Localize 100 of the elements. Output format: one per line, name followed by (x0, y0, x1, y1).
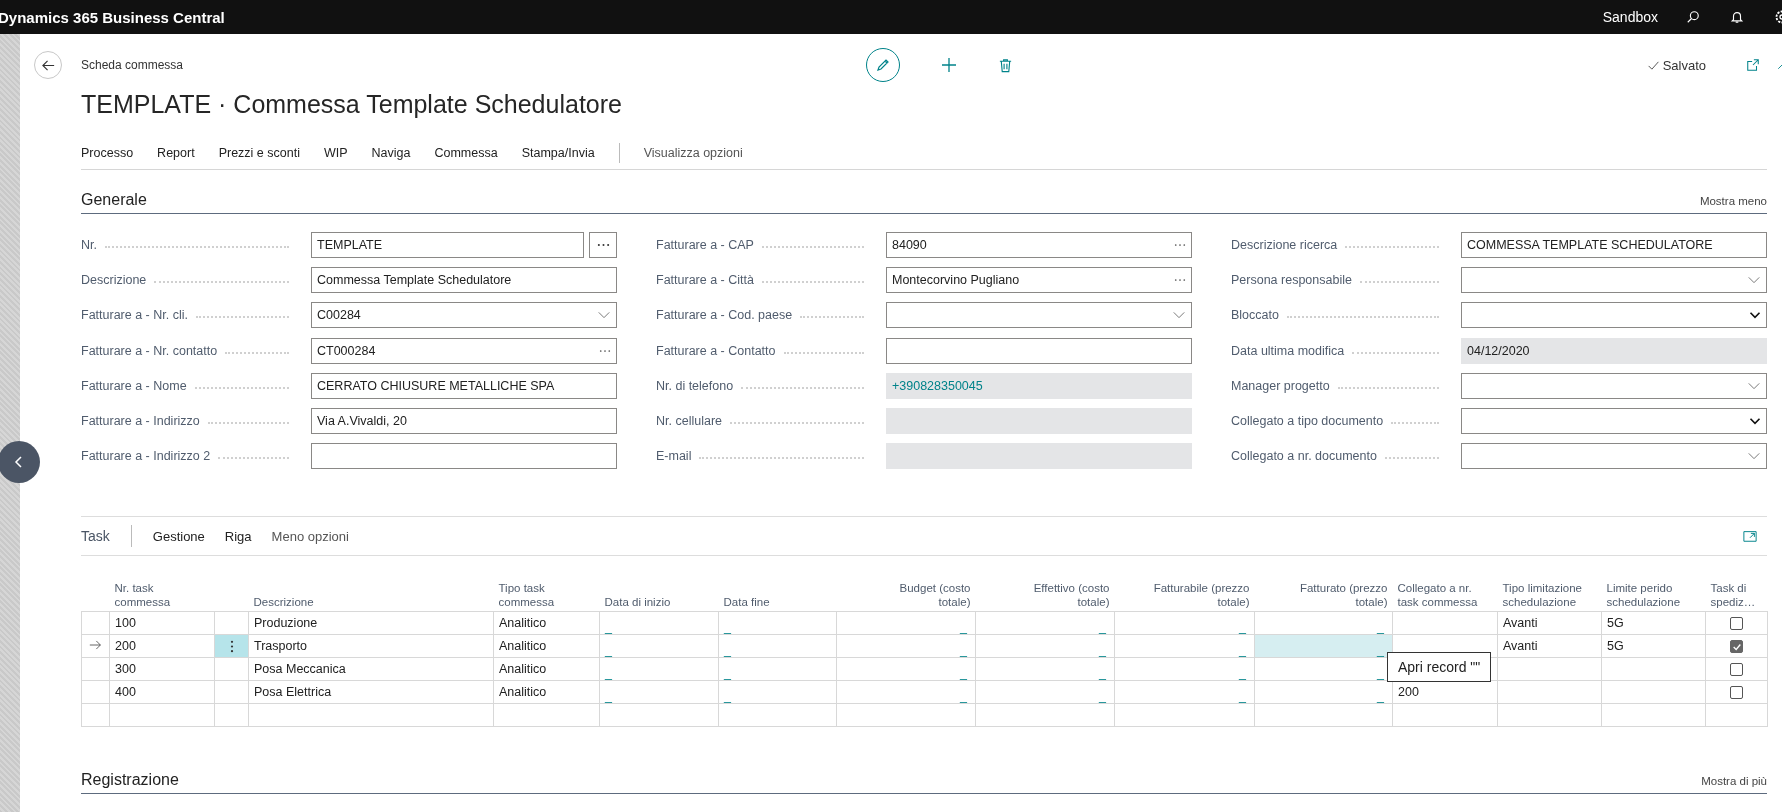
table-cell: _ (1239, 666, 1246, 681)
column-header[interactable]: Descrizione (253, 595, 314, 610)
input-field[interactable]: TEMPLATE (311, 232, 584, 258)
expand-icon[interactable] (1743, 529, 1757, 544)
input-field[interactable]: 04/12/2020 (1461, 337, 1767, 364)
column-header[interactable]: Collegato a nr. task commessa (1397, 581, 1493, 610)
table-cell: _ (605, 666, 612, 681)
breadcrumb: Scheda commessa (81, 58, 185, 72)
table-cell: Avanti (1503, 639, 1538, 654)
column-header[interactable]: Tipo limitazione schedulazione (1502, 581, 1597, 610)
column-header[interactable]: Fatturato (prezzo totale) (1282, 581, 1388, 610)
plus-icon[interactable] (941, 57, 957, 73)
ellipsis-button[interactable] (589, 232, 617, 258)
environment-name: Sandbox (1602, 9, 1658, 25)
field-label: Descrizione (81, 273, 147, 288)
table-cell: _ (960, 620, 967, 635)
ellipsis-icon[interactable] (1174, 278, 1186, 283)
table-cell: _ (724, 689, 731, 704)
column-header[interactable]: Data fine (723, 595, 770, 610)
field-label: Fatturare a - Città (656, 273, 754, 288)
table-cell: Analitico (499, 662, 547, 677)
table-cell: _ (1099, 643, 1106, 658)
checkbox[interactable] (1730, 640, 1743, 654)
ellipsis-icon (596, 243, 610, 247)
show-more-link[interactable]: Mostra di più (1701, 770, 1767, 793)
table-cell: _ (1099, 689, 1106, 704)
action-menu[interactable]: Stampa/Invia (521, 146, 595, 160)
field-label: Fatturare a - CAP (656, 238, 754, 252)
column-header[interactable]: Tipo task commessa (498, 581, 595, 610)
table-cell: Produzione (254, 616, 318, 631)
action-menu[interactable]: Naviga (371, 146, 411, 160)
action-menu[interactable]: Prezzi e sconti (218, 146, 300, 160)
dropdown-field[interactable] (1461, 267, 1767, 294)
action-menu[interactable]: Report (157, 146, 195, 160)
tooltip: Apri record "" (1387, 652, 1492, 683)
dropdown-field[interactable] (1461, 443, 1767, 470)
input-field[interactable]: Via A.Vivaldi, 20 (311, 407, 617, 434)
section-title: Registrazione (81, 770, 179, 791)
column-header[interactable]: Budget (costo totale) (865, 581, 971, 610)
input-field[interactable]: +390828350045 (886, 372, 1192, 399)
back-button[interactable] (34, 51, 62, 79)
table-cell: _ (1377, 666, 1384, 681)
table-cell: _ (1239, 620, 1246, 635)
dropdown-field[interactable] (886, 302, 1192, 329)
field-label: Fatturare a - Nome (81, 378, 187, 393)
saved-status: Salvato (1662, 57, 1706, 73)
dropdown-field[interactable] (1461, 372, 1767, 399)
column-header[interactable]: Limite perido schedulazione (1606, 581, 1701, 610)
input-field[interactable]: CT000284 (311, 337, 617, 364)
show-less-link[interactable]: Mostra meno (1699, 190, 1767, 212)
field-label: Nr. (81, 238, 97, 252)
input-field[interactable] (886, 337, 1192, 364)
field-label: Data ultima modifica (1231, 343, 1345, 358)
table-cell: _ (724, 620, 731, 635)
ellipsis-icon[interactable] (1174, 243, 1186, 247)
less-options-link[interactable]: Meno opzioni (271, 528, 349, 544)
column-header[interactable]: Data di inizio (604, 595, 671, 610)
table-cell: 300 (115, 662, 136, 677)
table-cell: _ (960, 689, 967, 704)
table-cell: _ (1377, 643, 1384, 658)
options-link[interactable]: Visualizza opzioni (643, 146, 743, 160)
field-label: Descrizione ricerca (1231, 238, 1338, 252)
search-icon[interactable] (1686, 10, 1700, 24)
open-new-window-icon[interactable] (1746, 58, 1760, 72)
input-field[interactable]: CERRATO CHIUSURE METALLICHE SPA (311, 372, 617, 399)
input-field[interactable]: Commessa Template Schedulatore (311, 267, 617, 294)
checkbox[interactable] (1730, 663, 1743, 677)
edit-button[interactable] (866, 48, 900, 82)
table-cell: 5G (1607, 616, 1624, 631)
arrow-icon (89, 640, 102, 651)
input-field[interactable]: COMMESSA TEMPLATE SCHEDULATORE (1461, 232, 1767, 258)
bell-icon[interactable] (1730, 10, 1744, 24)
collapse-button[interactable] (0, 441, 40, 483)
input-field[interactable]: 84090 (886, 232, 1192, 258)
ellipsis-icon[interactable] (599, 348, 611, 353)
action-menu[interactable]: Riga (224, 528, 252, 544)
table-cell: Avanti (1503, 616, 1538, 631)
action-menu[interactable]: Gestione (152, 528, 205, 544)
dropdown-field[interactable] (1461, 407, 1767, 434)
field-label: Bloccato (1231, 308, 1279, 323)
checkbox[interactable] (1730, 617, 1743, 631)
action-menu[interactable]: WIP (323, 146, 348, 160)
pencil-icon (875, 57, 891, 73)
column-header[interactable]: Task di spediz… (1710, 581, 1763, 610)
column-header[interactable]: Effettivo (costo totale) (1004, 581, 1110, 610)
action-menu[interactable]: Processo (81, 146, 134, 160)
table-cell: Trasporto (254, 639, 308, 654)
section-title: Generale (81, 190, 147, 210)
dropdown-field[interactable]: C00284 (311, 302, 617, 329)
table-cell: 400 (115, 685, 136, 700)
input-field[interactable]: Montecorvino Pugliano (886, 267, 1192, 294)
column-header[interactable]: Nr. task commessa (114, 581, 210, 610)
action-menu[interactable]: Commessa (434, 146, 498, 160)
column-header[interactable]: Fatturabile (prezzo totale) (1144, 581, 1250, 610)
dropdown-field[interactable] (1461, 302, 1767, 329)
trash-icon[interactable] (998, 57, 1013, 73)
input-field[interactable] (311, 443, 617, 470)
field-label: Nr. di telefono (656, 378, 734, 393)
checkbox[interactable] (1730, 686, 1743, 700)
table-cell: _ (1377, 620, 1384, 635)
